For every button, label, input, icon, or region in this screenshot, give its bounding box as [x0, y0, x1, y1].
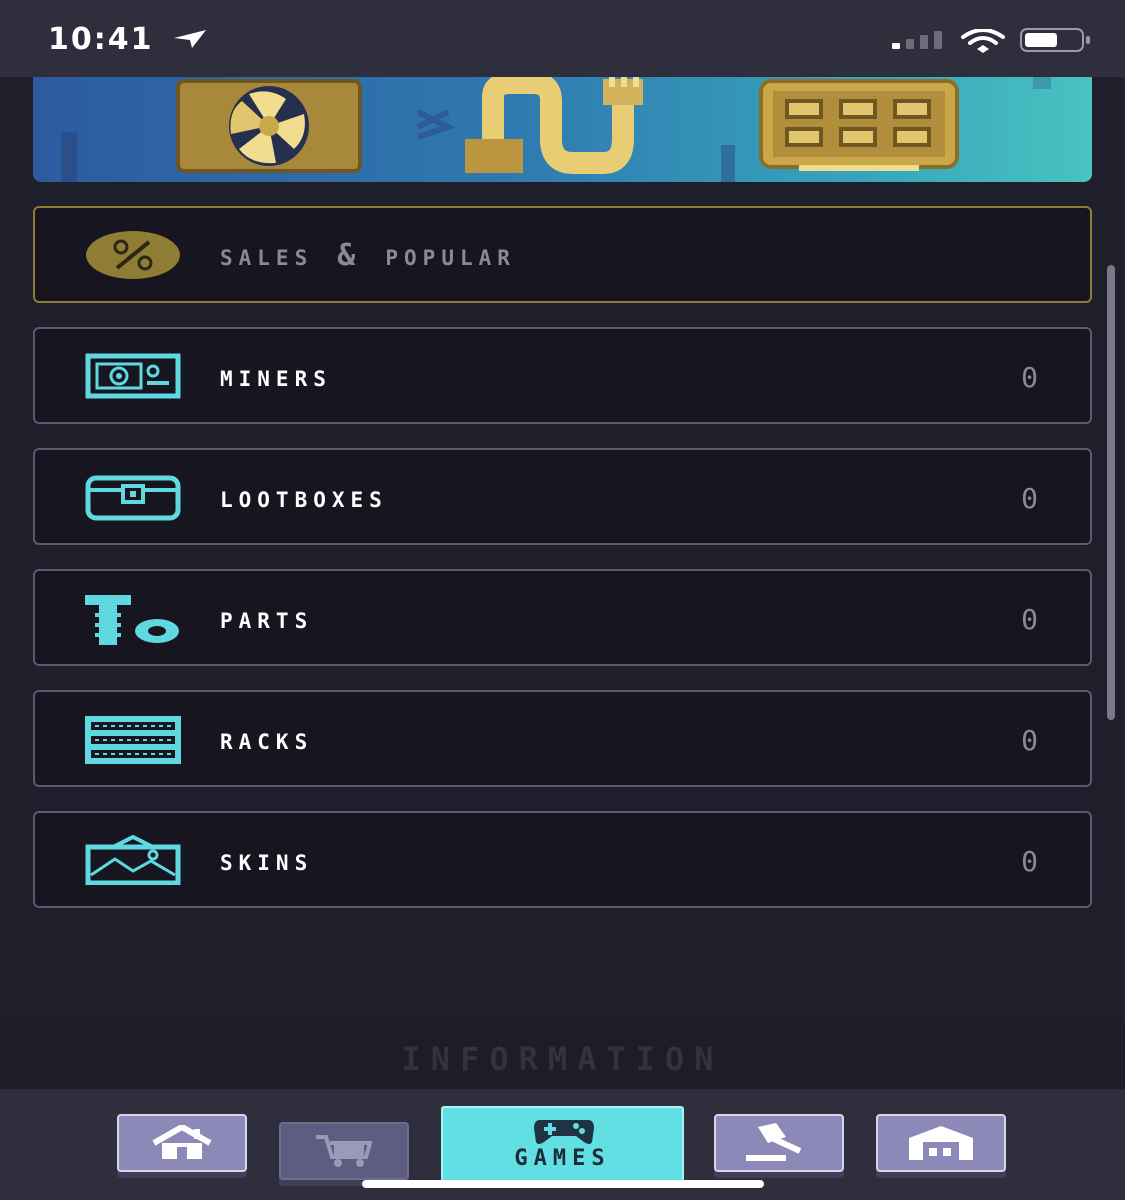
category-lootboxes[interactable]: Lootboxes 0 [33, 448, 1092, 545]
nav-storage-button[interactable] [876, 1114, 1006, 1172]
cable-part-icon [465, 77, 643, 174]
information-label[interactable]: INFORMATION [0, 1040, 1125, 1078]
category-skins[interactable]: Skins 0 [33, 811, 1092, 908]
nav-market-button[interactable] [279, 1122, 409, 1180]
wifi-icon [961, 29, 1005, 53]
category-count: 0 [1021, 724, 1038, 757]
warehouse-icon [909, 1126, 973, 1160]
category-parts[interactable]: Parts 0 [33, 569, 1092, 666]
store-banner[interactable] [33, 77, 1092, 182]
category-count: 0 [1021, 845, 1038, 878]
signal-strength-icon [892, 31, 942, 49]
category-count: 0 [1021, 482, 1038, 515]
rack-icon [85, 716, 181, 764]
gamepad-icon [534, 1120, 594, 1144]
nav-games-label: GAMES [514, 1146, 611, 1171]
category-racks[interactable]: Racks 0 [33, 690, 1092, 787]
home-icon [152, 1125, 212, 1159]
battery-icon [1020, 28, 1090, 52]
category-label: Skins [220, 843, 314, 878]
skin-image-icon [85, 835, 181, 885]
category-label: Miners [220, 359, 332, 394]
category-sales-popular[interactable]: Sales & Popular [33, 206, 1092, 303]
lootbox-icon [85, 475, 181, 521]
gavel-icon [746, 1123, 802, 1161]
nav-auction-button[interactable] [714, 1114, 844, 1172]
nav-games-button[interactable]: GAMES [441, 1106, 684, 1182]
category-label: Lootboxes [220, 480, 388, 515]
status-bar: 10:41 [0, 0, 1125, 77]
cart-icon [316, 1135, 373, 1167]
status-time: 10:41 [48, 22, 154, 57]
category-count: 0 [1021, 361, 1038, 394]
fan-part-icon [176, 79, 362, 173]
scrollbar[interactable] [1107, 265, 1115, 720]
percent-badge-icon [86, 231, 180, 279]
nav-home-button[interactable] [117, 1114, 247, 1172]
screw-nut-icon [85, 595, 179, 645]
miner-icon [85, 353, 181, 399]
category-label: Parts [220, 601, 314, 636]
location-arrow-icon [174, 30, 206, 48]
category-label: Sales & Popular [220, 238, 516, 273]
home-indicator [362, 1180, 764, 1188]
category-count: 0 [1021, 603, 1038, 636]
chip-board-part-icon [759, 79, 959, 171]
category-miners[interactable]: Miners 0 [33, 327, 1092, 424]
category-label: Racks [220, 722, 314, 757]
